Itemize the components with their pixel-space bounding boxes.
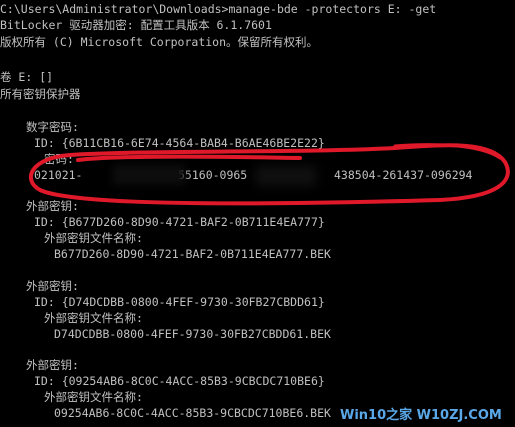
password-part-1: 021021-	[34, 168, 83, 182]
redaction-blur-left	[113, 165, 185, 185]
external-key-file-label-3: 外部密钥文件名称:	[44, 390, 143, 404]
external-key-id-2: ID: {D74DCDBB-0800-4FEF-9730-30FB27CBDD6…	[34, 295, 325, 309]
numeric-password-id: ID: {6B11CB16-6E74-4564-BAB4-B6AE46BE2E2…	[34, 136, 325, 150]
password-part-2: 55160-0965	[178, 168, 248, 182]
all-protectors-label: 所有密钥保护器	[0, 87, 81, 101]
numeric-password-label: 数字密码:	[26, 120, 79, 134]
redaction-blur-right	[256, 166, 316, 186]
header-line-2: 版权所有 (C) Microsoft Corporation。保留所有权利。	[0, 35, 319, 49]
external-key-id-1: ID: {B677D260-8D90-4721-BAF2-0B711E4EA77…	[34, 215, 325, 229]
password-label: 密码:	[44, 152, 74, 166]
command-line: C:\Users\Administrator\Downloads>manage-…	[0, 2, 437, 16]
site-watermark: Win10之家 W10ZJ.COM	[336, 407, 506, 425]
command-prompt-console[interactable]: C:\Users\Administrator\Downloads>manage-…	[0, 0, 515, 427]
external-key-file-label-2: 外部密钥文件名称:	[44, 311, 143, 325]
header-line-1: BitLocker 驱动器加密: 配置工具版本 6.1.7601	[0, 18, 272, 32]
external-key-file-name-2: D74DCDBB-0800-4FEF-9730-30FB27CBDD61.BEK	[54, 327, 331, 341]
external-key-label-3: 外部密钥:	[26, 358, 79, 372]
external-key-label-2: 外部密钥:	[26, 279, 79, 293]
external-key-label-1: 外部密钥:	[26, 199, 79, 213]
external-key-file-label-1: 外部密钥文件名称:	[44, 231, 143, 245]
password-part-3: 438504-261437-096294	[334, 168, 473, 182]
external-key-file-name-1: B677D260-8D90-4721-BAF2-0B711E4EA777.BEK	[54, 247, 331, 261]
external-key-file-name-3: 09254AB6-8C0C-4ACC-85B3-9CBCDC710BE6.BEK	[54, 406, 331, 420]
external-key-id-3: ID: {09254AB6-8C0C-4ACC-85B3-9CBCDC710BE…	[34, 374, 325, 388]
red-ellipse-second-stroke	[393, 143, 502, 160]
volume-line: 卷 E: []	[0, 70, 54, 84]
